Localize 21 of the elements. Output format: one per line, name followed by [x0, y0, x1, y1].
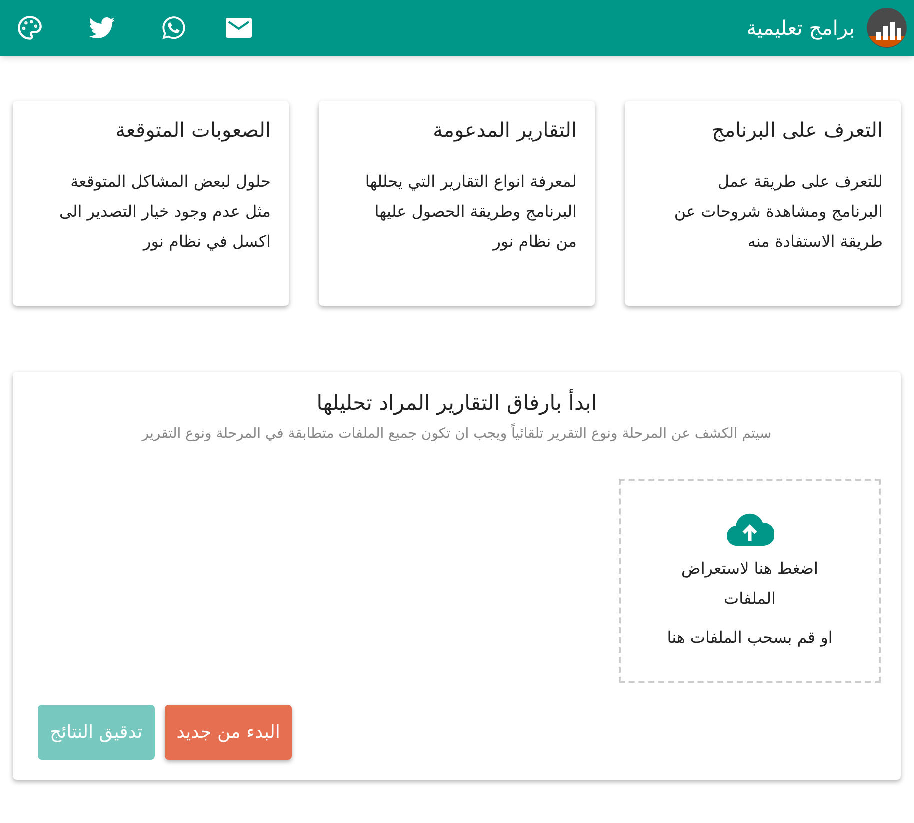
card-title: التعرف على البرنامج: [710, 117, 883, 144]
info-card[interactable]: الصعوبات المتوقعة حلول لبعض المشاكل المتوقعة مثل عدم وجود خيار التصدير الى اكسل في نظام نور: [13, 101, 289, 306]
browse-text: اضغط هنا لاستعراض الملفات: [680, 558, 820, 610]
whatsapp-icon[interactable]: [161, 15, 187, 41]
card-title: الصعوبات المتوقعة: [114, 117, 271, 144]
panel-title: ابدأ بارفاق التقارير المراد تحليلها: [316, 388, 598, 418]
logo-icon: [867, 8, 907, 48]
palette-icon[interactable]: [17, 15, 43, 41]
panel-subtitle: سيتم الكشف عن المرحلة ونوع التقرير تلقائياً ويجب ان تكون جميع الملفات متطابقة في المرحلة ونوع التقرير: [140, 424, 773, 444]
upload-cloud-icon: [726, 512, 774, 546]
card-text: للتعرف على طريقة عمل البرنامج ومشاهدة شروحات عن طريقة الاستفادة منه: [673, 171, 883, 253]
twitter-icon[interactable]: [89, 15, 115, 41]
drag-text: او قم بسحب الملفات هنا: [667, 626, 833, 649]
info-card[interactable]: التقارير المدعومة لمعرفة انواع التقارير التي يحللها البرنامج وطريقة الحصول عليها من نظام نور: [319, 101, 595, 306]
card-title: التقارير المدعومة: [432, 117, 577, 144]
dropzone[interactable]: اضغط هنا لاستعراض الملفات او قم بسحب الملفات هنا: [619, 478, 881, 682]
info-card[interactable]: التعرف على البرنامج للتعرف على طريقة عمل البرنامج ومشاهدة شروحات عن طريقة الاستفادة منه: [625, 101, 901, 306]
app-title: برامج تعليمية: [746, 15, 855, 42]
card-text: حلول لبعض المشاكل المتوقعة مثل عدم وجود خيار التصدير الى اكسل في نظام نور: [58, 171, 271, 253]
mail-icon[interactable]: [226, 18, 252, 38]
card-text: لمعرفة انواع التقارير التي يحللها البرنامج وطريقة الحصول عليها من نظام نور: [364, 171, 577, 253]
